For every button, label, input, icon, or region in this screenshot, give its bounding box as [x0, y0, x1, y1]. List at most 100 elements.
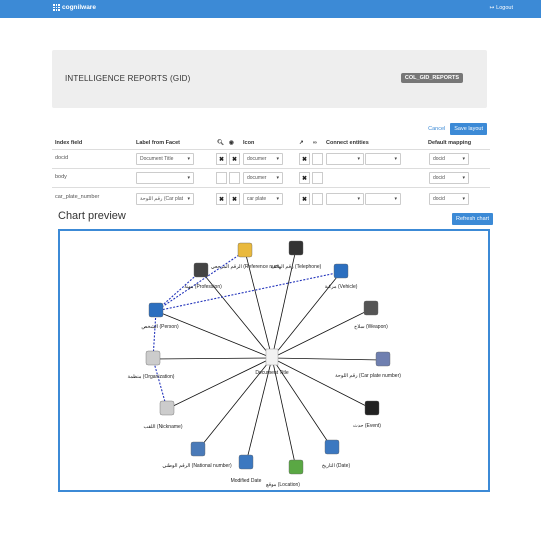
- weapon-icon[interactable]: [363, 300, 379, 316]
- calendar-icon[interactable]: [238, 454, 254, 470]
- magic-wand-icon: ↗: [299, 140, 304, 146]
- chart-preview-title: Chart preview: [58, 210, 126, 222]
- label-select-value: رقم اللوحة (Car plat: [140, 196, 184, 202]
- default-mapping-select[interactable]: docid ▾: [429, 153, 469, 165]
- default-mapping-select[interactable]: docid ▾: [429, 172, 469, 184]
- search-toggle[interactable]: ✖: [216, 193, 227, 205]
- magic-toggle[interactable]: ✖: [299, 153, 310, 165]
- chevron-down-icon: ▾: [357, 196, 360, 202]
- graph-relation-edge: [155, 271, 342, 312]
- search-toggle[interactable]: [216, 172, 227, 184]
- graph-node-label: رقم اللوحة (Car plate number): [335, 373, 401, 379]
- graph-edge: [271, 308, 372, 359]
- graph-node-label: اللقب (Nickname): [144, 424, 183, 430]
- graph-center-label: Document Title: [255, 370, 289, 376]
- connect-entity-select[interactable]: ▾: [365, 193, 401, 205]
- logout-link[interactable]: ↦ Logout: [490, 5, 513, 11]
- chevron-down-icon: ▾: [276, 156, 279, 162]
- brand-name: cognilware: [62, 4, 96, 11]
- chevron-down-icon: ▾: [462, 196, 465, 202]
- link-toggle[interactable]: [312, 193, 323, 205]
- person-icon[interactable]: [148, 302, 164, 318]
- icon-select[interactable]: documer ▾: [243, 172, 283, 184]
- document-icon[interactable]: [145, 350, 161, 366]
- logout-label: Logout: [496, 5, 513, 11]
- connect-entity-select[interactable]: ▾: [326, 193, 364, 205]
- graph-node-label: منظمة (Organization): [128, 374, 175, 380]
- link-icon: ∞: [313, 140, 317, 146]
- folder-icon[interactable]: [237, 242, 253, 258]
- mapping-select-value: docid: [433, 175, 445, 181]
- default-mapping-select[interactable]: docid ▾: [429, 193, 469, 205]
- clapper-icon[interactable]: [364, 400, 380, 416]
- cancel-link[interactable]: Cancel: [428, 126, 445, 132]
- row-index-field: body: [55, 174, 67, 180]
- calendar-icon[interactable]: [324, 439, 340, 455]
- collection-badge: COL_GID_REPORTS: [400, 73, 463, 83]
- chart-preview-panel: Document Title الرقم المرجعي (Reference n…: [58, 229, 490, 492]
- icon-select-value: documer: [247, 156, 267, 162]
- label-select-value: Document Title: [140, 156, 174, 162]
- title-panel: INTELLIGENCE REPORTS (GID) COL_GID_REPOR…: [52, 50, 487, 108]
- chevron-down-icon: ▾: [187, 196, 190, 202]
- link-toggle[interactable]: [312, 153, 323, 165]
- page-title: INTELLIGENCE REPORTS (GID): [65, 74, 191, 83]
- icon-select-value: documer: [247, 175, 267, 181]
- id-card-icon[interactable]: [190, 441, 206, 457]
- graph-node-label: الشخص (Person): [141, 324, 179, 330]
- plate-icon[interactable]: [375, 351, 391, 367]
- graph-node-label: سلاح (Weapon): [354, 324, 388, 330]
- refresh-chart-button[interactable]: Refresh chart: [452, 213, 494, 225]
- search-toggle[interactable]: ✖: [216, 153, 227, 165]
- document-icon[interactable]: [159, 400, 175, 416]
- display-toggle[interactable]: ✖: [229, 153, 240, 165]
- mapping-select-value: docid: [433, 196, 445, 202]
- chevron-down-icon: ▾: [276, 196, 279, 202]
- graph-edge: [152, 357, 273, 360]
- graph-edge: [271, 357, 384, 361]
- icon-select[interactable]: documer ▾: [243, 153, 283, 165]
- graph-node-label: حدث (Event): [353, 423, 381, 429]
- row-index-field: car_plate_number: [55, 194, 100, 200]
- link-toggle[interactable]: [312, 172, 323, 184]
- connect-entity-select[interactable]: ▾: [326, 153, 364, 165]
- connect-entity-select[interactable]: ▾: [365, 153, 401, 165]
- graph-edge: [166, 357, 273, 410]
- save-layout-button[interactable]: Save layout: [450, 123, 487, 135]
- eye-icon: ◉: [229, 140, 234, 146]
- chevron-down-icon: ▾: [187, 156, 190, 162]
- label-select[interactable]: ▾: [136, 172, 194, 184]
- header-default-mapping: Default mapping: [428, 140, 472, 146]
- graph-node-label: رقم الهاتف (Telephone): [271, 264, 322, 270]
- graph-edge: [271, 357, 373, 410]
- grid-icon: [53, 4, 60, 11]
- chevron-down-icon: ▾: [357, 156, 360, 162]
- row-index-field: docid: [55, 155, 69, 161]
- mapping-select-value: docid: [433, 156, 445, 162]
- chevron-down-icon: ▾: [394, 156, 397, 162]
- magic-toggle[interactable]: ✖: [299, 172, 310, 184]
- label-select[interactable]: رقم اللوحة (Car plat ▾: [136, 193, 194, 205]
- chevron-down-icon: ▾: [462, 156, 465, 162]
- header-index-field: Index field: [55, 140, 83, 146]
- label-select[interactable]: Document Title ▾: [136, 153, 194, 165]
- top-navbar: cognilware ↦ Logout: [0, 0, 541, 18]
- chevron-down-icon: ▾: [462, 175, 465, 181]
- chevron-down-icon: ▾: [394, 196, 397, 202]
- icon-select[interactable]: car plate ▾: [243, 193, 283, 205]
- app-logo[interactable]: cognilware: [53, 4, 96, 11]
- display-toggle[interactable]: ✖: [229, 193, 240, 205]
- graph-node-label: الرقم الوطني (National number): [162, 463, 232, 469]
- display-toggle[interactable]: [229, 172, 240, 184]
- row-divider: [52, 168, 490, 169]
- map-icon[interactable]: [288, 459, 304, 475]
- header-divider: [52, 149, 490, 150]
- cash-register-icon[interactable]: [193, 262, 209, 278]
- phone-icon[interactable]: [288, 240, 304, 256]
- graph-edge: [155, 310, 273, 359]
- document-icon[interactable]: [265, 348, 279, 366]
- layout-actions: Cancel Save layout: [428, 123, 487, 135]
- car-icon[interactable]: [333, 263, 349, 279]
- graph-node-label: مهنة (Profession): [184, 284, 222, 290]
- magic-toggle[interactable]: ✖: [299, 193, 310, 205]
